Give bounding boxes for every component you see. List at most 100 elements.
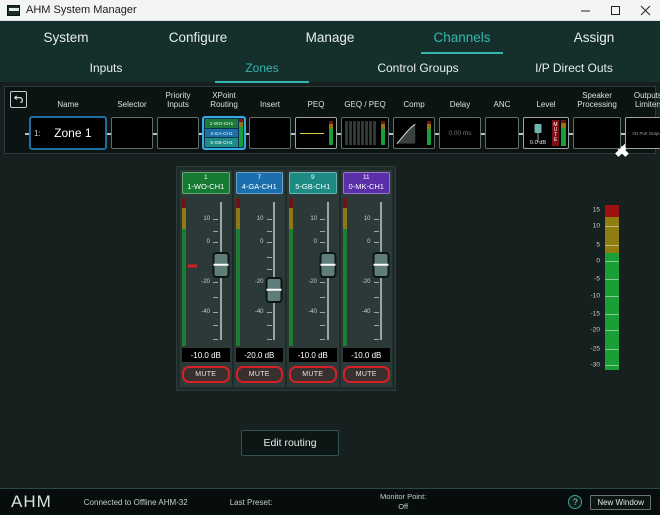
fader-scale: 10 0 -20 -40 (347, 198, 373, 346)
zone-strip-row: 1: Zone 1 1-WO-CH1 4-GA-CH1 5-GB-CH1 (5, 113, 660, 153)
tab-channels[interactable]: Channels (396, 21, 528, 54)
strip-table-main: Name Selector PriorityInputs XPointRouti… (5, 87, 660, 153)
minimize-icon[interactable] (570, 0, 600, 21)
col-header-name: Name (27, 101, 109, 113)
status-bar: AHM Connected to Offline AHM-32 Last Pre… (0, 488, 660, 515)
channel-strip-header[interactable]: 11 0-MK-CH1 (343, 172, 391, 194)
maximize-icon[interactable] (600, 0, 630, 21)
xpoint-routing-cell[interactable]: 1-WO-CH1 4-GA-CH1 5-GB-CH1 (201, 116, 247, 150)
anc-cell[interactable] (483, 117, 521, 149)
zone-index: 1: (34, 129, 41, 138)
help-icon[interactable]: ? (568, 495, 582, 509)
output-meter-bar (605, 205, 619, 370)
output-meter-ticks (605, 205, 619, 370)
fader-knob[interactable] (319, 252, 336, 278)
meter-scale-label: -10 (591, 292, 600, 299)
xpoint-routing-list: 1-WO-CH1 4-GA-CH1 5-GB-CH1 (205, 119, 237, 147)
channel-strip: 1 1-WO-CH1 10 0 -20 -40 (180, 170, 232, 387)
channel-strip-body: 10 0 -20 -40 (343, 198, 391, 346)
channel-fader[interactable] (373, 198, 391, 346)
edit-routing-button[interactable]: Edit routing (241, 430, 339, 456)
output-meter-scale: 15 10 5 0 -5 -10 -15 -20 -25 -30 (580, 205, 602, 370)
outputs-limiters-box: I/O Port Output 1 (625, 117, 660, 149)
fader-scale-label: -40 (308, 309, 317, 315)
fader-scale-label: -20 (362, 279, 371, 285)
tab-system-label: System (43, 30, 88, 45)
col-header-xpoint-routing: XPointRouting (201, 92, 247, 113)
zone-name-box[interactable]: 1: Zone 1 (29, 116, 107, 150)
col-header-comp: Comp (391, 101, 437, 113)
peq-meter (329, 121, 333, 145)
app-icon (7, 5, 20, 16)
fader-scale-label: 10 (203, 216, 210, 222)
new-window-button[interactable]: New Window (590, 495, 651, 510)
outputs-limiters-cell[interactable]: I/O Port Output 1 (623, 117, 660, 149)
level-mute-button[interactable]: MUTE (552, 120, 559, 146)
sub-tab-bar: Inputs Zones Control Groups I/P Direct O… (0, 54, 660, 82)
xpoint-item: 1-WO-CH1 (205, 119, 237, 128)
subtab-zones[interactable]: Zones (184, 54, 340, 82)
delay-cell[interactable]: 0.00 ms (437, 117, 483, 149)
last-preset-label: Last Preset: (230, 498, 273, 507)
app-window: AHM System Manager System Configure Mana… (0, 0, 660, 515)
channel-fader[interactable] (266, 198, 284, 346)
link-routing-icon[interactable] (10, 91, 27, 108)
title-bar: AHM System Manager (0, 0, 660, 21)
meter-scale-label: -15 (591, 310, 600, 317)
fader-scale-label: -20 (255, 279, 264, 285)
selector-cell[interactable] (109, 117, 155, 149)
channel-mute-button[interactable]: MUTE (182, 366, 230, 383)
channel-strip-body: 10 0 -20 -40 (182, 198, 230, 346)
geq-meter (381, 121, 385, 145)
zone-name-cell[interactable]: 1: Zone 1 (27, 116, 109, 150)
tab-assign[interactable]: Assign (528, 21, 660, 54)
level-fader[interactable]: 0.0 dB (526, 120, 550, 146)
geq-peq-cell[interactable] (339, 117, 391, 149)
subtab-zones-label: Zones (245, 61, 278, 75)
channel-fader[interactable] (319, 198, 337, 346)
channel-strip-header[interactable]: 7 4-GA-CH1 (236, 172, 284, 194)
priority-inputs-cell[interactable] (155, 117, 201, 149)
close-icon[interactable] (630, 0, 660, 21)
comp-curve (396, 120, 422, 145)
tab-manage[interactable]: Manage (264, 21, 396, 54)
fader-scale-label: -20 (308, 279, 317, 285)
fader-knob[interactable] (212, 252, 229, 278)
level-cell[interactable]: 0.0 dB MUTE (521, 117, 571, 149)
channel-strip-body: 10 0 -20 -40 (289, 198, 337, 346)
subtab-control-groups[interactable]: Control Groups (340, 54, 496, 82)
channel-mute-button[interactable]: MUTE (343, 366, 391, 383)
main-tab-bar: System Configure Manage Channels Assign (0, 21, 660, 54)
fader-knob[interactable] (266, 277, 283, 303)
zone-strip-table: Name Selector PriorityInputs XPointRouti… (4, 86, 656, 154)
channel-strip-header[interactable]: 1 1-WO-CH1 (182, 172, 230, 194)
channel-strip-header[interactable]: 9 5-GB-CH1 (289, 172, 337, 194)
speaker-processing-cell[interactable] (571, 117, 623, 149)
speaker-processing-box (573, 117, 621, 149)
selector-box (111, 117, 153, 149)
channel-number: 9 (311, 174, 315, 182)
subtab-ip-direct-outs[interactable]: I/P Direct Outs (496, 54, 652, 82)
fader-scale-label: 10 (257, 216, 264, 222)
monitor-point-label: Monitor Point: (380, 492, 426, 502)
col-header-insert: Insert (247, 101, 293, 113)
subtab-inputs[interactable]: Inputs (28, 54, 184, 82)
connection-status: Connected to Offline AHM-32 (84, 498, 188, 507)
meter-scale-label: 15 (593, 206, 600, 213)
channel-gain-value: -20.0 dB (236, 348, 284, 362)
peq-cell[interactable] (293, 117, 339, 149)
channel-name: 1-WO-CH1 (187, 182, 224, 191)
channel-mute-button[interactable]: MUTE (236, 366, 284, 383)
fader-knob[interactable] (373, 252, 390, 278)
insert-cell[interactable] (247, 117, 293, 149)
channel-mute-button[interactable]: MUTE (289, 366, 337, 383)
channel-fader[interactable] (212, 198, 230, 346)
channel-name: 4-GA-CH1 (242, 182, 277, 191)
channel-name: 0-MK-CH1 (349, 182, 384, 191)
tab-system[interactable]: System (0, 21, 132, 54)
tab-configure[interactable]: Configure (132, 21, 264, 54)
delay-box: 0.00 ms (439, 117, 481, 149)
ahm-logo: AHM (11, 492, 52, 512)
subtab-inputs-label: Inputs (90, 61, 123, 75)
comp-cell[interactable] (391, 117, 437, 149)
